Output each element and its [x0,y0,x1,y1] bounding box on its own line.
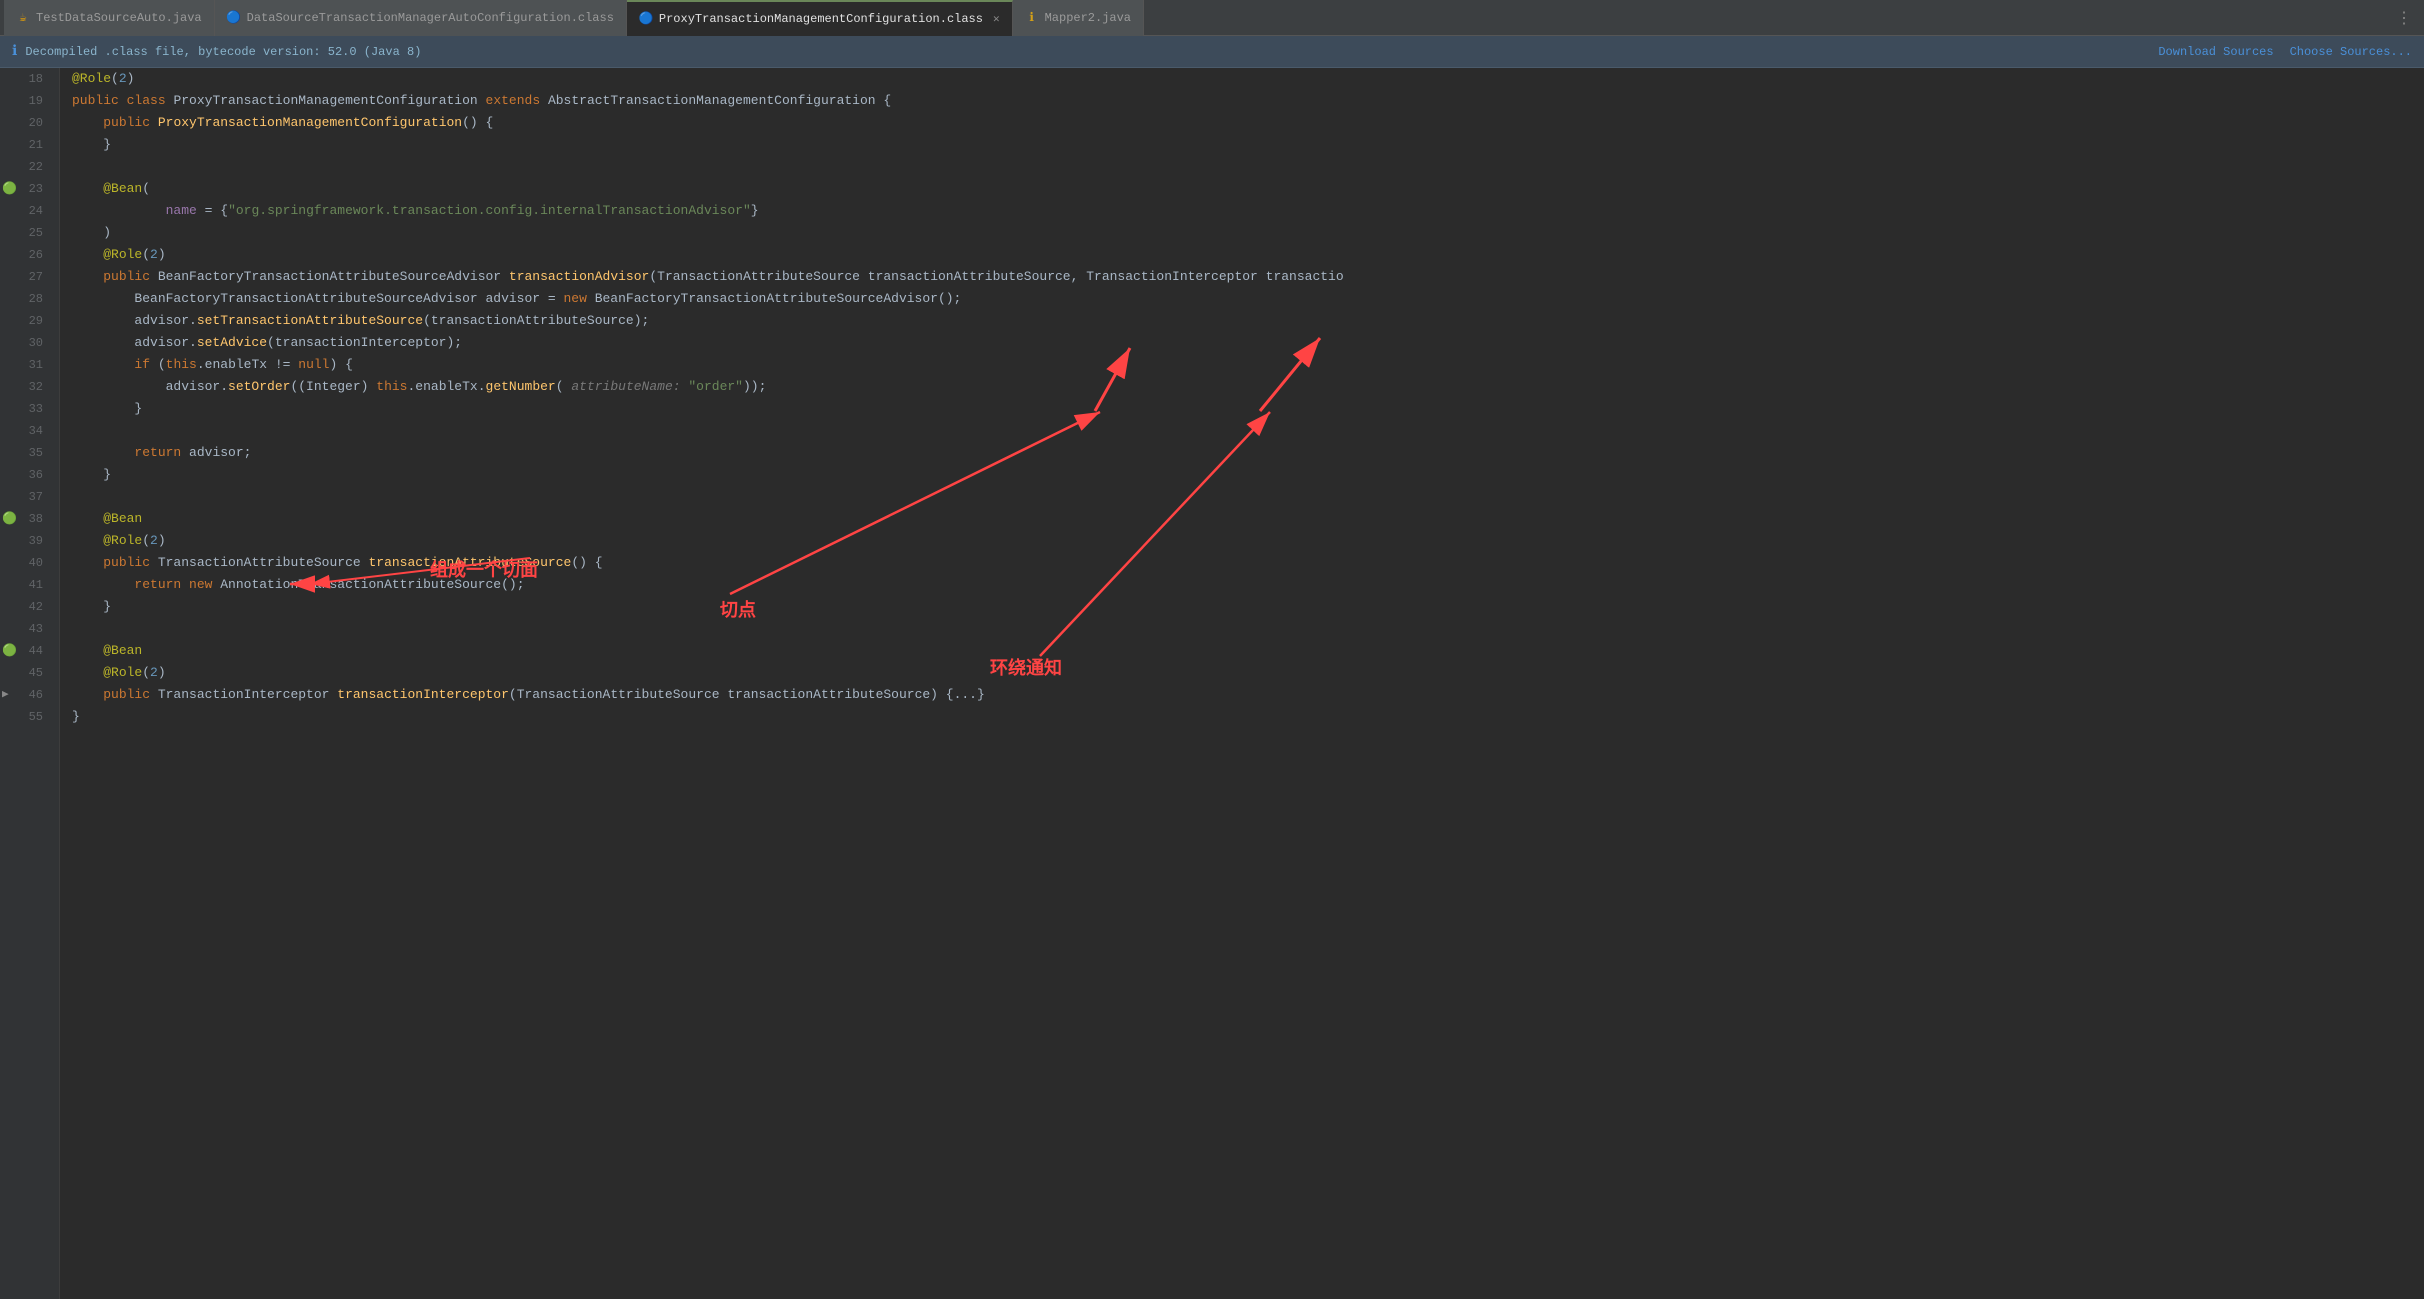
class-icon: 🔵 [227,11,241,25]
line-num-25: 25 [0,222,51,244]
line-num-31: 31 [0,354,51,376]
line-num-42: 42 [0,596,51,618]
line-num-40: 40 [0,552,51,574]
line-num-34: 34 [0,420,51,442]
line-num-35: 35 [0,442,51,464]
code-line-39: @Role(2) [72,530,2424,552]
code-line-24: name = {"org.springframework.transaction… [72,200,2424,222]
line-num-44: 🟢 44 [0,640,51,662]
code-line-26: @Role(2) [72,244,2424,266]
bean-gutter-icon: 🟢 [2,178,17,200]
code-line-27: public BeanFactoryTransactionAttributeSo… [72,266,2424,288]
code-line-34 [72,420,2424,442]
download-sources-link[interactable]: Download Sources [2158,45,2273,59]
bean-gutter-icon-44: 🟢 [2,640,17,662]
info-icon: ℹ [1025,11,1039,25]
code-line-25: ) [72,222,2424,244]
settings-icon[interactable]: ⋮ [2396,8,2412,28]
code-line-21: } [72,134,2424,156]
code-line-20: public ProxyTransactionManagementConfigu… [72,112,2424,134]
bean-gutter-icon-38: 🟢 [2,508,17,530]
tab-mapper2[interactable]: ℹ Mapper2.java [1013,0,1144,36]
code-line-36: } [72,464,2424,486]
tab-close-button[interactable]: ✕ [993,12,1000,26]
code-line-35: return advisor; [72,442,2424,464]
code-line-43 [72,618,2424,640]
info-bar: ℹ Decompiled .class file, bytecode versi… [0,36,2424,68]
line-num-38: 🟢 38 [0,508,51,530]
line-num-23: 🟢 23 [0,178,51,200]
info-bar-actions: Download Sources Choose Sources... [2158,45,2412,59]
tab-label: TestDataSourceAuto.java [36,11,202,25]
line-num-18: 18 [0,68,51,90]
tab-testdatasourceauto[interactable]: ☕ TestDataSourceAuto.java [4,0,215,36]
tab-bar-end: ⋮ [2396,8,2420,28]
code-line-40: public TransactionAttributeSource transa… [72,552,2424,574]
line-num-20: 20 [0,112,51,134]
class-icon: 🔵 [639,12,653,26]
line-num-36: 36 [0,464,51,486]
code-line-37 [72,486,2424,508]
code-line-31: if (this.enableTx != null) { [72,354,2424,376]
code-line-30: advisor.setAdvice(transactionInterceptor… [72,332,2424,354]
code-line-44: @Bean [72,640,2424,662]
tab-label: DataSourceTransactionManagerAutoConfigur… [247,11,614,25]
tab-label: ProxyTransactionManagementConfiguration.… [659,12,983,26]
line-numbers: 18 19 20 21 22 🟢 23 24 25 26 27 28 29 30… [0,68,60,1299]
line-num-24: 24 [0,200,51,222]
code-line-41: return new AnnotationTransactionAttribut… [72,574,2424,596]
line-num-22: 22 [0,156,51,178]
code-line-55: } [72,706,2424,728]
line-num-39: 39 [0,530,51,552]
code-line-22 [72,156,2424,178]
line-num-27: 27 [0,266,51,288]
line-num-45: 45 [0,662,51,684]
choose-sources-link[interactable]: Choose Sources... [2290,45,2412,59]
code-content[interactable]: @Role(2) public class ProxyTransactionMa… [60,68,2424,1299]
code-line-46: public TransactionInterceptor transactio… [72,684,2424,706]
tab-proxytransaction[interactable]: 🔵 ProxyTransactionManagementConfiguratio… [627,0,1013,36]
line-num-29: 29 [0,310,51,332]
code-line-42: } [72,596,2424,618]
line-num-41: 41 [0,574,51,596]
code-line-28: BeanFactoryTransactionAttributeSourceAdv… [72,288,2424,310]
line-num-32: 32 [0,376,51,398]
code-line-32: advisor.setOrder((Integer) this.enableTx… [72,376,2424,398]
line-num-30: 30 [0,332,51,354]
line-num-43: 43 [0,618,51,640]
line-num-26: 26 [0,244,51,266]
code-line-33: } [72,398,2424,420]
code-line-38: @Bean [72,508,2424,530]
code-line-29: advisor.setTransactionAttributeSource(tr… [72,310,2424,332]
annotation-role: @Role [72,68,111,90]
tab-label: Mapper2.java [1045,11,1131,25]
line-num-46: ▶ 46 [0,684,51,706]
info-message: Decompiled .class file, bytecode version… [25,45,421,59]
code-line-45: @Role(2) [72,662,2424,684]
java-icon: ☕ [16,11,30,25]
line-num-19: 19 [0,90,51,112]
code-area: 18 19 20 21 22 🟢 23 24 25 26 27 28 29 30… [0,68,2424,1299]
tab-bar: ☕ TestDataSourceAuto.java 🔵 DataSourceTr… [0,0,2424,36]
line-num-21: 21 [0,134,51,156]
line-num-28: 28 [0,288,51,310]
line-num-55: 55 [0,706,51,728]
info-circle-icon: ℹ [12,43,17,60]
tab-datasourcetransaction[interactable]: 🔵 DataSourceTransactionManagerAutoConfig… [215,0,627,36]
code-line-18: @Role(2) [72,68,2424,90]
code-line-19: public class ProxyTransactionManagementC… [72,90,2424,112]
line-num-33: 33 [0,398,51,420]
line-num-37: 37 [0,486,51,508]
code-line-23: @Bean( [72,178,2424,200]
